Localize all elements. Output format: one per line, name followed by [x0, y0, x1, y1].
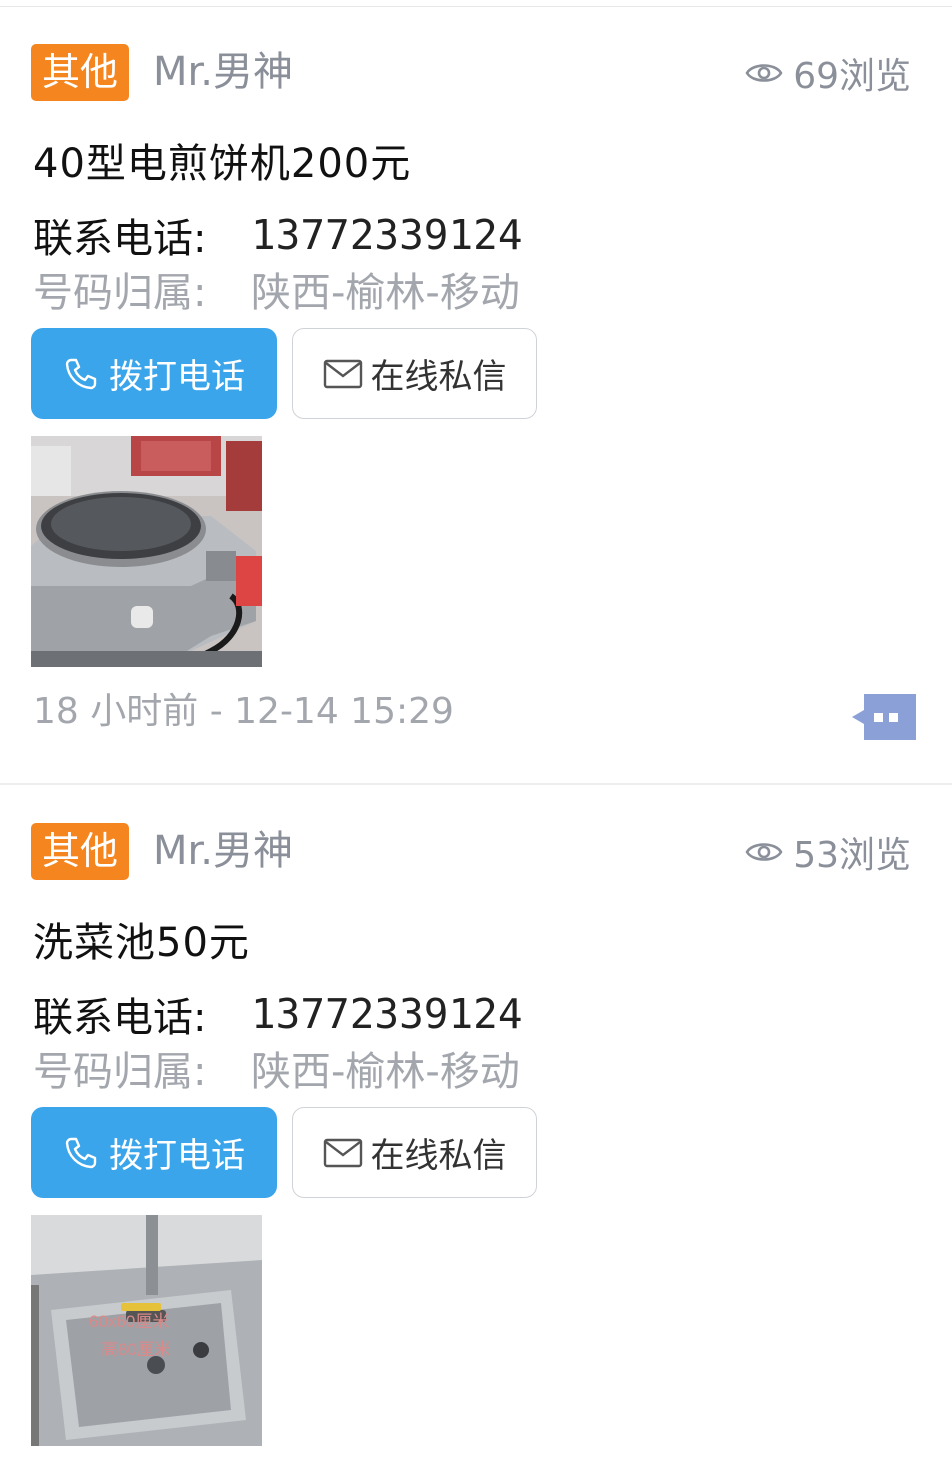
phone-icon	[65, 358, 97, 389]
location-label: 号码归属:	[33, 270, 207, 316]
post-time: 18 小时前 - 12-14 15:29	[33, 691, 454, 732]
sink-size-text: 60x60厘米	[89, 1312, 169, 1331]
crepe-maker-photo	[31, 436, 262, 667]
call-button[interactable]: 拨打电话	[31, 1107, 277, 1198]
view-count: 69浏览	[745, 44, 911, 101]
eye-icon	[745, 63, 783, 82]
message-button[interactable]: 在线私信	[292, 1107, 537, 1198]
location-label: 号码归属:	[33, 1049, 207, 1095]
sink-photo: 60x60厘米 高80厘米	[31, 1215, 262, 1446]
contact-info: 联系电话: 13772339124 号码归属: 陕西-榆林-移动	[33, 987, 733, 1095]
contact-info: 联系电话: 13772339124 号码归属: 陕西-榆林-移动	[33, 208, 733, 316]
sink-height-text: 高80厘米	[101, 1340, 171, 1359]
mail-icon	[323, 1138, 362, 1167]
listing-header: 其他 Mr.男神 69浏览	[31, 44, 921, 101]
listing-photo[interactable]: 60x60厘米 高80厘米	[31, 1215, 262, 1446]
category-badge[interactable]: 其他	[31, 823, 129, 880]
listing-title[interactable]: 40型电煎饼机200元	[33, 138, 411, 190]
view-count-text: 69浏览	[793, 55, 911, 97]
username[interactable]: Mr.男神	[153, 44, 293, 101]
phone-number[interactable]: 13772339124	[251, 990, 523, 1038]
view-count: 53浏览	[745, 823, 911, 880]
phone-location: 陕西-榆林-移动	[251, 270, 520, 316]
phone-location: 陕西-榆林-移动	[251, 1049, 520, 1095]
mail-icon	[323, 359, 362, 388]
message-button[interactable]: 在线私信	[292, 328, 537, 419]
message-button-label: 在线私信	[370, 1136, 507, 1176]
listing-card[interactable]: 其他 Mr.男神 53浏览 洗菜池50元 联系电话: 13772339124 号…	[0, 783, 952, 1472]
call-button-label: 拨打电话	[109, 357, 245, 397]
phone-label: 联系电话:	[33, 995, 207, 1041]
listing-card[interactable]: 其他 Mr.男神 69浏览 40型电煎饼机200元 联系电话: 13772339…	[0, 0, 952, 783]
comment-icon[interactable]	[852, 694, 916, 744]
username[interactable]: Mr.男神	[153, 823, 293, 880]
phone-label: 联系电话:	[33, 216, 207, 262]
message-button-label: 在线私信	[370, 357, 507, 397]
listing-title[interactable]: 洗菜池50元	[33, 917, 250, 969]
listing-header: 其他 Mr.男神 53浏览	[31, 823, 921, 880]
category-badge[interactable]: 其他	[31, 44, 129, 101]
phone-icon	[65, 1137, 97, 1168]
call-button-label: 拨打电话	[109, 1136, 245, 1176]
view-count-text: 53浏览	[793, 834, 911, 876]
eye-icon	[745, 842, 783, 861]
phone-number[interactable]: 13772339124	[251, 211, 523, 259]
call-button[interactable]: 拨打电话	[31, 328, 277, 419]
listing-photo[interactable]	[31, 436, 262, 667]
